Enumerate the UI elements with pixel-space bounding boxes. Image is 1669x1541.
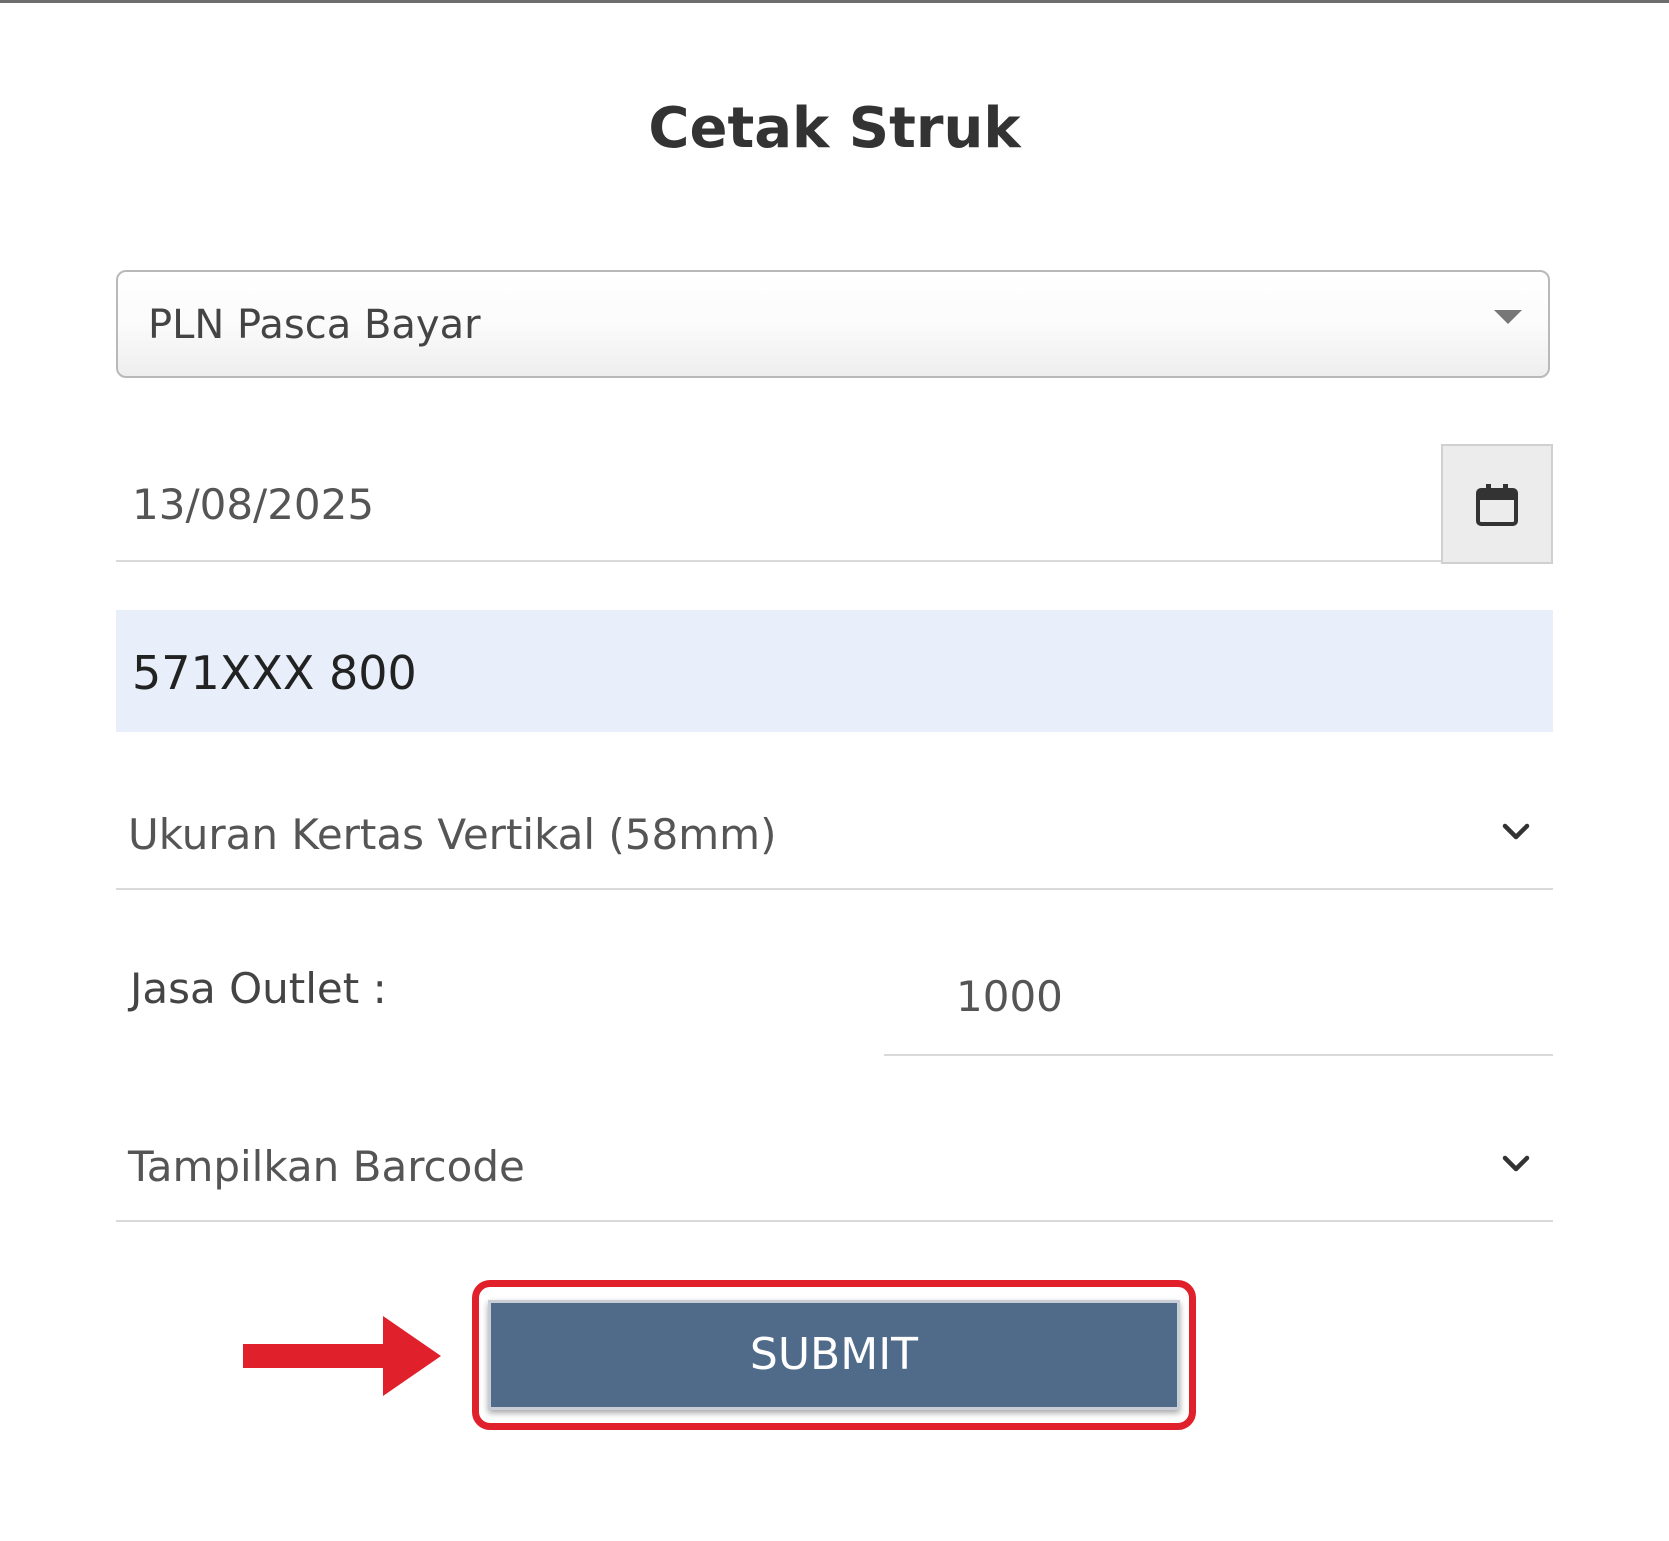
chevron-down-icon [1502, 823, 1530, 840]
outlet-fee-label: Jasa Outlet : [130, 964, 387, 1013]
paper-size-value: Ukuran Kertas Vertikal (58mm) [128, 810, 777, 859]
arrow-right-icon [243, 1316, 441, 1396]
chevron-down-icon [1502, 1155, 1530, 1172]
barcode-select-value: Tampilkan Barcode [128, 1142, 525, 1191]
caret-down-icon [1494, 310, 1522, 324]
date-input-value: 13/08/2025 [132, 480, 375, 529]
outlet-fee-value: 1000 [956, 972, 1063, 1021]
product-select-value: PLN Pasca Bayar [148, 302, 481, 348]
calendar-icon [1476, 484, 1518, 526]
submit-button[interactable]: SUBMIT [488, 1300, 1180, 1410]
customer-id-input[interactable]: 571XXX 800 [116, 610, 1553, 732]
calendar-button[interactable] [1441, 444, 1553, 564]
barcode-select[interactable]: Tampilkan Barcode [116, 1112, 1553, 1222]
customer-id-value: 571XXX 800 [132, 646, 417, 700]
paper-size-select[interactable]: Ukuran Kertas Vertikal (58mm) [116, 780, 1553, 890]
product-select[interactable]: PLN Pasca Bayar [116, 270, 1550, 378]
date-input[interactable]: 13/08/2025 [116, 444, 1441, 562]
outlet-fee-input[interactable]: 1000 [884, 960, 1553, 1056]
page-title: Cetak Struk [648, 96, 1021, 161]
top-border [0, 0, 1669, 3]
